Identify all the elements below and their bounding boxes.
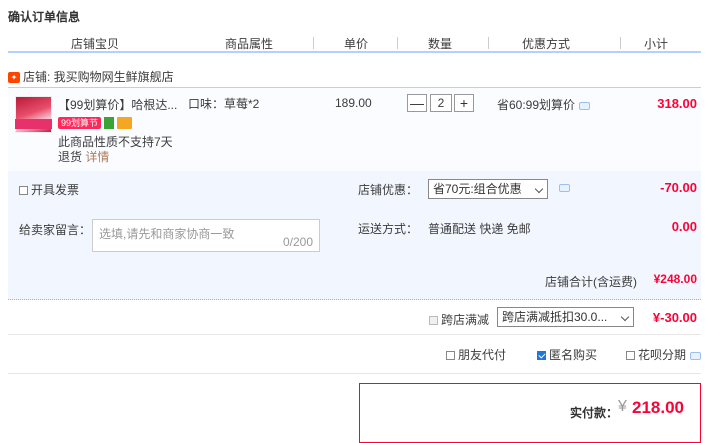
friend-pay-label: 朋友代付 [458, 348, 507, 362]
seller-message-textarea[interactable]: 选填,请先和商家协商一致 0/200 [92, 219, 320, 252]
shop-total-label: 店铺合计(含运费) [545, 275, 637, 289]
column-unit-price: 单价 [344, 37, 369, 51]
product-attribute: 口味：草莓*2 [188, 97, 260, 111]
column-divider [397, 37, 398, 49]
return-policy-note-line2: 退货 详情 [58, 148, 109, 165]
page-title: 确认订单信息 [8, 10, 81, 24]
cross-store-selected: 跨店满减抵扣30.0... [502, 310, 608, 324]
shop-row: ✦ 店铺: 我买购物网生鲜旗舰店 [8, 68, 174, 86]
shop-discount-selected: 省70元:组合优惠 [433, 182, 522, 196]
item-promo: 省60:99划算价 [497, 96, 591, 113]
payment-label: 实付款： [570, 406, 619, 420]
chat-bubble-icon[interactable] [690, 351, 702, 360]
chevron-down-icon [620, 312, 630, 322]
payment-amount: 218.00 [632, 398, 684, 417]
message-label: 给卖家留言： [19, 223, 92, 237]
quantity-increase-button[interactable]: + [454, 94, 474, 112]
huabei-label: 花呗分期 [638, 348, 687, 362]
cross-store-checkbox [429, 316, 438, 326]
chat-bubble-icon[interactable] [579, 101, 591, 110]
shipping-method: 普通配送 快递 免邮 [428, 222, 531, 236]
anonymous-label: 匿名购买 [549, 348, 598, 362]
unit-price: 189.00 [335, 96, 372, 110]
product-thumbnail-ribbon [15, 119, 52, 129]
column-header-row: 店铺宝贝 商品属性 单价 数量 优惠方式 小计 [8, 33, 701, 53]
shop-discount-amount: -70.00 [660, 180, 697, 195]
message-char-count: 0/200 [282, 235, 313, 249]
cross-store-amount: ¥-30.00 [652, 310, 697, 325]
invoice-checkbox[interactable] [19, 186, 28, 196]
column-quantity: 数量 [428, 37, 453, 51]
column-divider [488, 37, 489, 49]
credit-card-icon [117, 117, 132, 129]
quantity-input[interactable]: 2 [430, 94, 452, 112]
service-green-icon [104, 117, 114, 129]
huabei-checkbox[interactable] [626, 351, 635, 361]
details-link[interactable]: 详情 [85, 150, 109, 164]
shipping-label: 运送方式： [358, 222, 419, 236]
shop-discount-label: 店铺优惠： [358, 183, 419, 197]
shop-discount-chat[interactable] [555, 180, 570, 194]
shop-total-amount: ¥248.00 [653, 272, 697, 286]
column-subtotal: 小计 [644, 37, 669, 51]
shop-name[interactable]: 店铺: 我买购物网生鲜旗舰店 [23, 70, 174, 84]
promo-99-badge: 99划算节 [58, 117, 102, 129]
invoice-option[interactable]: 开具发票 [19, 181, 79, 198]
friend-pay-option[interactable]: 朋友代付 [446, 346, 506, 363]
payment-summary-box: 实付款： ¥ 218.00 [359, 383, 701, 443]
divider [8, 373, 701, 374]
invoice-label: 开具发票 [31, 183, 80, 197]
item-promo-text: 省60:99划算价 [497, 98, 576, 112]
column-divider [313, 37, 314, 49]
return-policy-text: 退货 [58, 150, 83, 164]
column-discount-method: 优惠方式 [522, 37, 571, 51]
quantity-decrease-button[interactable]: — [407, 94, 427, 112]
column-shop-item: 店铺宝贝 [71, 37, 120, 51]
chevron-down-icon [534, 184, 544, 194]
divider [8, 334, 701, 335]
shop-discount-select[interactable]: 省70元:组合优惠 [428, 179, 548, 199]
shipping-amount: 0.00 [671, 219, 697, 234]
column-attributes: 商品属性 [225, 37, 274, 51]
cross-store-label: 跨店满减 [441, 313, 490, 327]
friend-pay-checkbox[interactable] [446, 351, 455, 361]
column-divider [620, 37, 621, 49]
message-placeholder: 选填,请先和商家协商一致 [99, 227, 235, 241]
product-name-link[interactable]: 【99划算价】哈根达... [58, 96, 177, 113]
payment-currency: ¥ [618, 398, 627, 415]
anonymous-option[interactable]: 匿名购买 [537, 346, 597, 363]
cross-store-option: 跨店满减 [429, 311, 489, 328]
tmall-shop-icon: ✦ [8, 72, 20, 84]
item-subtotal: 318.00 [657, 96, 697, 111]
huabei-option[interactable]: 花呗分期 [626, 346, 702, 363]
cross-store-select[interactable]: 跨店满减抵扣30.0... [497, 307, 634, 327]
anonymous-checkbox[interactable] [537, 351, 546, 361]
chat-bubble-icon[interactable] [559, 183, 570, 192]
